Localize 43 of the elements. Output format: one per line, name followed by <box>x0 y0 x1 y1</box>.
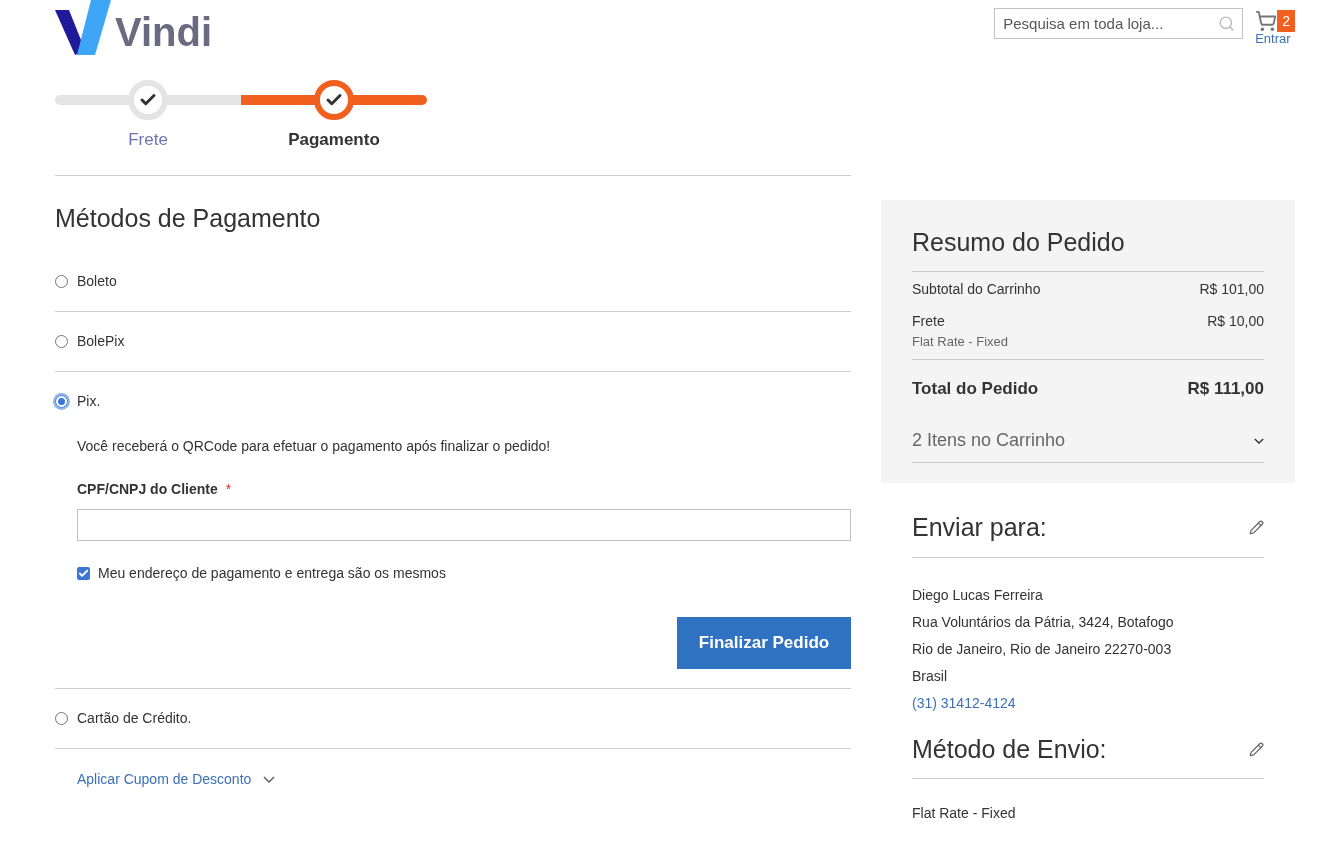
logo-mark-icon <box>55 0 111 55</box>
summary-title: Resumo do Pedido <box>912 223 1264 272</box>
total-label: Total do Pedido <box>912 377 1039 400</box>
summary-label: Subtotal do Carrinho <box>912 280 1041 299</box>
summary-value: R$ 10,00 <box>1207 312 1264 331</box>
checkbox[interactable] <box>77 567 90 580</box>
payment-method-label[interactable]: Cartão de Crédito. <box>77 708 192 729</box>
ship-method-title: Método de Envio: <box>912 733 1107 765</box>
summary-value: R$ 101,00 <box>1199 280 1264 299</box>
payment-method-label[interactable]: BolePix <box>77 331 125 352</box>
field-label: CPF/CNPJ do Cliente <box>77 480 218 499</box>
search-icon <box>1218 15 1236 32</box>
total-value: R$ 111,00 <box>1187 377 1264 400</box>
address-line: Rio de Janeiro, Rio de Janeiro 22270-003 <box>912 639 1173 659</box>
step-label[interactable]: Pagamento <box>288 127 380 153</box>
edit-icon[interactable] <box>1249 741 1264 757</box>
section-title: Métodos de Pagamento <box>55 202 322 234</box>
cpf-input-field[interactable] <box>77 509 851 541</box>
required-mark: * <box>225 480 232 499</box>
cart-items-toggle[interactable]: 2 Itens no Carrinho <box>912 427 1264 463</box>
payment-method-label[interactable]: Boleto <box>77 271 117 292</box>
address-line: Rua Voluntários da Pátria, 3424, Botafogo <box>912 612 1175 632</box>
logo-text: Vindi <box>115 12 213 52</box>
pix-message: Você receberá o QRCode para efetuar o pagamento após finalizar o pedido! <box>77 437 552 456</box>
checkbox-label[interactable]: Meu endereço de pagamento e entrega são os mesmos <box>98 563 446 584</box>
coupon-link[interactable]: Aplicar Cupom de Desconto <box>77 769 252 790</box>
payment-method-label[interactable]: Pix. <box>77 391 101 412</box>
brand-logo[interactable]: Vindi <box>55 0 213 55</box>
address-line: Brasil <box>912 666 948 686</box>
payment-radio[interactable] <box>55 395 68 408</box>
step-label[interactable]: Frete <box>128 127 168 153</box>
search-field[interactable]: Pesquisa em toda loja... <box>994 8 1244 39</box>
summary-label: Frete <box>912 312 946 331</box>
edit-icon[interactable] <box>1249 520 1264 536</box>
phone-link[interactable]: (31) 31412-4124 <box>912 689 1264 717</box>
summary-detail: Flat Rate - Fixed <box>912 333 1009 351</box>
sign-in-link[interactable]: Entrar <box>1255 32 1291 45</box>
address-line: Diego Lucas Ferreira <box>912 585 1044 605</box>
cart-icon[interactable] <box>1255 10 1278 32</box>
ship-method-value: Flat Rate - Fixed <box>912 804 1017 823</box>
ship-to-title: Enviar para: <box>912 512 1047 543</box>
cart-count-badge: 2 <box>1277 10 1295 32</box>
place-order-button[interactable]: Finalizar Pedido <box>677 617 851 669</box>
